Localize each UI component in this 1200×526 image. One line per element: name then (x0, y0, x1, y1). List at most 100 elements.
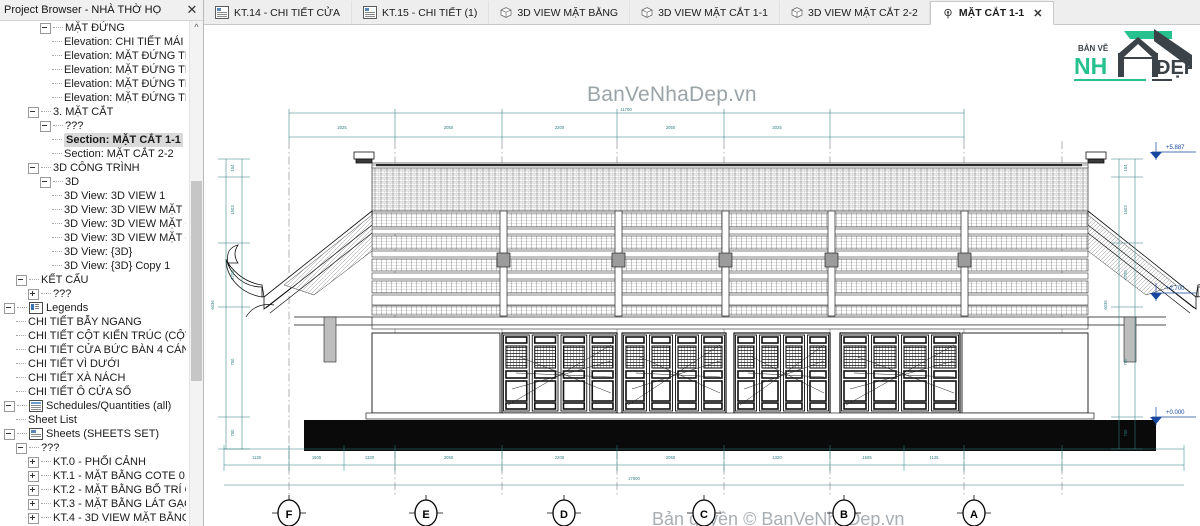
tree-node[interactable]: Elevation: MẶT ĐỨNG TRU (0, 91, 186, 105)
collapse-icon[interactable] (40, 22, 51, 34)
tree-node[interactable]: CHI TIẾT CỘT KIẾN TRÚC (CỘT HIÊN) (0, 329, 186, 343)
tree-node[interactable]: 3D View: 3D VIEW MẶT BẰ (0, 203, 186, 217)
project-browser-tree[interactable]: MẶT ĐỨNG Elevation: CHI TIẾT MÁI Elevation… (0, 20, 203, 526)
tree-node[interactable]: KT.1 - MẶT BẰNG COTE 0.000 (0, 469, 186, 483)
tree-node[interactable]: MẶT ĐỨNG (0, 21, 186, 35)
collapse-icon[interactable] (4, 302, 15, 314)
tree-scrollbar[interactable]: ^ (189, 21, 203, 526)
tree-node[interactable]: 3D (0, 175, 186, 189)
tree-node[interactable]: Elevation: MẶT ĐỨNG TRU (0, 49, 186, 63)
tree-node[interactable]: KT.4 - 3D VIEW MẶT BẰNG (0, 511, 186, 525)
view-tab[interactable]: MẶT CẮT 1-1 ✕ (929, 1, 1055, 25)
tree-node-label: KT.3 - MẶT BẰNG LÁT GẠCH (53, 498, 186, 510)
collapse-icon[interactable] (40, 120, 51, 132)
scroll-up-icon[interactable]: ^ (190, 21, 203, 35)
tree-node[interactable]: Section: MẶT CẮT 2-2 (0, 147, 186, 161)
tree-connector (17, 405, 27, 407)
tree-connector (17, 307, 27, 309)
close-icon[interactable]: ✕ (185, 3, 199, 17)
tab-close-icon[interactable]: ✕ (1033, 7, 1042, 20)
collapse-icon[interactable] (40, 176, 51, 188)
door-bay (733, 332, 831, 414)
bottom-total-dimension: 17000 (628, 476, 640, 481)
collapse-icon[interactable] (16, 274, 27, 286)
expand-icon[interactable] (28, 288, 39, 300)
tree-node[interactable]: 3D View: 3D VIEW 1 (0, 189, 186, 203)
grid-bubble[interactable]: E (409, 495, 443, 526)
tree-node[interactable]: 3D View: 3D VIEW MẶT CẮ (0, 231, 186, 245)
tree-connector (52, 41, 62, 43)
bottom-dimension-label: 2200 (555, 455, 565, 460)
tree-connector (53, 27, 63, 29)
tree-node-label: ??? (41, 442, 60, 454)
tree-node[interactable]: CHI TIẾT Ô CỬA SỔ (0, 385, 186, 399)
tree-node-label: Elevation: MẶT ĐỨNG TRU (64, 78, 186, 90)
tree-node-label: MẶT ĐỨNG (65, 22, 125, 34)
door-bay (839, 332, 961, 414)
grid-bubble[interactable]: F (272, 495, 306, 526)
tree-node[interactable]: Sheets (SHEETS SET) (0, 427, 186, 441)
expand-icon[interactable] (28, 484, 39, 496)
side-wall-bay (371, 332, 501, 414)
right-vertical-dimension: 750 (1123, 358, 1128, 366)
grid-bubble[interactable]: C (687, 495, 721, 526)
tree-node[interactable]: 3D CÔNG TRÌNH (0, 161, 186, 175)
view-tab[interactable]: KT.14 - CHI TIẾT CỬA (204, 1, 353, 24)
tree-node[interactable]: Schedules/Quantities (all) (0, 399, 186, 413)
tree-node[interactable]: KT.2 - MẶT BẰNG BỐ TRÍ CỬA Đ (0, 483, 186, 497)
tree-connector (41, 293, 51, 295)
tree-node[interactable]: CHI TIẾT XÀ NÁCH (0, 371, 186, 385)
collapse-icon[interactable] (4, 428, 15, 440)
door-bay (501, 332, 618, 414)
tree-node[interactable]: KT.3 - MẶT BẰNG LÁT GẠCH (0, 497, 186, 511)
scrollbar-thumb[interactable] (191, 181, 202, 381)
expand-icon[interactable] (28, 512, 39, 524)
tree-node[interactable]: CHI TIẾT CỬA BỨC BÀN 4 CÁNH (0, 343, 186, 357)
top-dimension-label: 2025 (772, 125, 782, 130)
tree-node[interactable]: 3D View: {3D} Copy 1 (0, 259, 186, 273)
tree-node[interactable]: ??? (0, 441, 186, 455)
expand-icon[interactable] (28, 456, 39, 468)
view-tab[interactable]: 3D VIEW MẶT CẮT 2-2 (780, 1, 930, 24)
schedule-icon (29, 400, 43, 412)
tree-connector (16, 377, 26, 379)
grid-bubble[interactable]: B (827, 495, 861, 526)
left-vertical-dimension: 1503 (230, 205, 235, 215)
collapse-icon[interactable] (16, 442, 27, 454)
grid-bubble[interactable]: A (957, 495, 991, 526)
tree-connector (16, 363, 26, 365)
expand-icon[interactable] (28, 498, 39, 510)
tree-node[interactable]: ??? (0, 287, 186, 301)
tree-node[interactable]: ??? (0, 119, 186, 133)
view-tab[interactable]: 3D VIEW MẶT BẰNG (489, 1, 631, 24)
tree-node-label: CHI TIẾT CỬA BỨC BÀN 4 CÁNH (28, 344, 186, 356)
grid-bubble[interactable]: D (547, 495, 581, 526)
view-tab[interactable]: KT.15 - CHI TIẾT (1) (352, 1, 490, 24)
level-marker: +5.887 (1150, 142, 1196, 160)
tree-node[interactable]: KT.0 - PHỐI CẢNH (0, 455, 186, 469)
tree-node[interactable]: 3D View: {3D} (0, 245, 186, 259)
tree-node[interactable]: 3D View: 3D VIEW MẶT CẮ (0, 217, 186, 231)
collapse-icon[interactable] (28, 106, 39, 118)
tree-node[interactable]: KẾT CẤU (0, 273, 186, 287)
tree-node[interactable]: 3. MẶT CẮT (0, 105, 186, 119)
top-dimension-label: 2050 (666, 125, 676, 130)
view-tab-label: MẶT CẮT 1-1 (958, 7, 1025, 19)
tree-node[interactable]: Section: MẶT CẮT 1-1 (0, 133, 186, 147)
view-tab[interactable]: 3D VIEW MẶT CẮT 1-1 (630, 1, 780, 24)
sheet-icon (363, 6, 378, 19)
tree-node[interactable]: Sheet List (0, 413, 186, 427)
tree-node[interactable]: CHI TIẾT VÌ DƯỚI (0, 357, 186, 371)
collapse-icon[interactable] (4, 400, 15, 412)
expand-icon[interactable] (28, 470, 39, 482)
tree-node[interactable]: Elevation: CHI TIẾT MÁI (0, 35, 186, 49)
tree-node[interactable]: CHI TIẾT BẪY NGANG (0, 315, 186, 329)
tree-node[interactable]: Elevation: MẶT ĐỨNG TRU (0, 63, 186, 77)
collapse-icon[interactable] (28, 162, 39, 174)
tree-connector (52, 237, 62, 239)
drawing-canvas[interactable]: BẢN VẼ NH ĐẸP BanVeNhaDep.vn Bản quyền ©… (204, 25, 1200, 526)
tree-node[interactable]: Legends (0, 301, 186, 315)
tree-node-label: KT.1 - MẶT BẰNG COTE 0.000 (53, 470, 186, 482)
tree-node[interactable]: Elevation: MẶT ĐỨNG TRU (0, 77, 186, 91)
right-vertical-dimension-base: 750 (1123, 429, 1128, 437)
